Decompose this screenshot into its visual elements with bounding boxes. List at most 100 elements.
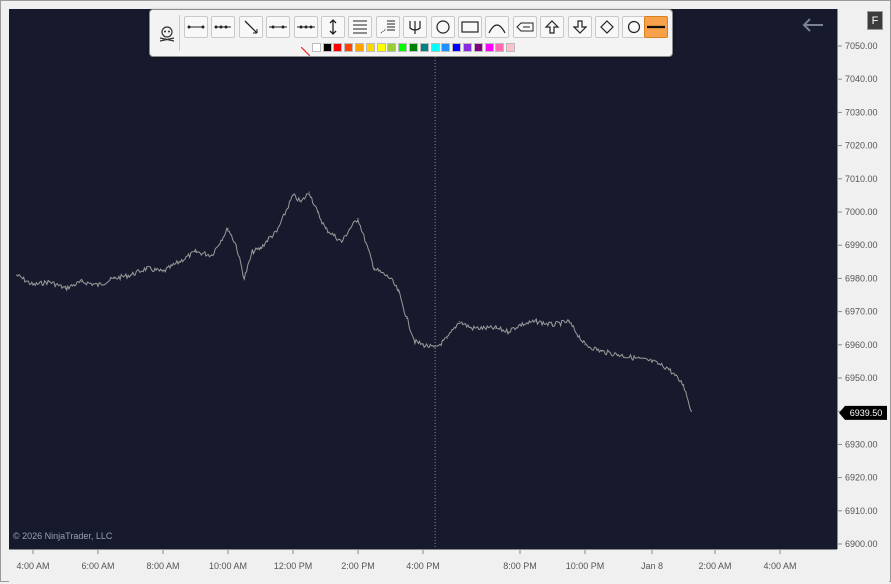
price-point xyxy=(634,357,636,359)
price-tick-label: 6950.00 xyxy=(845,373,878,383)
toolbar-settings-button[interactable] xyxy=(155,22,179,44)
arrow-down-tool-button[interactable] xyxy=(567,16,592,38)
price-point xyxy=(316,211,318,213)
price-point xyxy=(292,194,294,196)
time-axis-background xyxy=(9,549,889,584)
andrews-pitchfork-tool-button[interactable] xyxy=(403,16,428,38)
text-marker-icon xyxy=(516,22,534,32)
last-price-label: 6939.50 xyxy=(850,408,883,418)
price-chart[interactable]: 7050.00 7040.00 7030.00 7020.00 7010.00 7000.… xyxy=(9,9,889,584)
fibonacci-extension-tool-button[interactable] xyxy=(375,16,400,38)
price-point xyxy=(535,320,537,323)
price-point xyxy=(227,228,229,230)
price-point xyxy=(389,277,392,279)
price-point xyxy=(276,231,278,233)
price-point xyxy=(251,251,253,253)
color-swatch[interactable] xyxy=(344,43,354,52)
price-tick-label: 6970.00 xyxy=(845,307,878,317)
color-swatch[interactable] xyxy=(430,43,440,52)
price-point xyxy=(690,410,692,412)
price-tick-label: 6930.00 xyxy=(845,439,878,449)
price-point xyxy=(507,330,509,333)
color-swatch-none[interactable] xyxy=(300,43,311,57)
color-swatch[interactable] xyxy=(322,43,332,52)
time-tick-label: 2:00 AM xyxy=(698,561,731,571)
diamond-tool-button[interactable] xyxy=(595,16,619,38)
rectangle-tool-button[interactable] xyxy=(458,16,482,38)
price-point xyxy=(651,360,653,362)
dot-tool-button[interactable] xyxy=(622,16,647,38)
color-swatch[interactable] xyxy=(419,43,429,52)
price-tick-label: 7030.00 xyxy=(845,107,878,117)
time-tick-label: 4:00 AM xyxy=(763,561,796,571)
color-swatch[interactable] xyxy=(376,43,386,52)
ray-tool-button[interactable] xyxy=(211,16,236,38)
price-tick-label: 6920.00 xyxy=(845,473,878,483)
price-point xyxy=(398,291,400,293)
price-point xyxy=(194,251,197,253)
color-swatch[interactable] xyxy=(473,43,483,52)
price-point xyxy=(434,347,436,349)
price-tick-label: 6960.00 xyxy=(845,340,878,350)
price-tick-label: 6980.00 xyxy=(845,273,878,283)
arrow-up-icon xyxy=(544,20,560,34)
color-swatch[interactable] xyxy=(333,43,343,52)
f-button[interactable]: F xyxy=(867,11,883,30)
arrow-line-tool-button[interactable] xyxy=(238,16,263,38)
price-point xyxy=(129,274,132,276)
color-swatch[interactable] xyxy=(506,43,516,52)
color-swatch[interactable] xyxy=(452,43,462,52)
price-point xyxy=(601,350,603,353)
color-swatch[interactable] xyxy=(311,43,321,52)
price-point xyxy=(341,241,343,243)
color-swatch[interactable] xyxy=(495,43,505,52)
line-tool-button[interactable] xyxy=(184,16,208,38)
arrow-up-tool-button[interactable] xyxy=(540,16,565,38)
price-point xyxy=(81,281,83,283)
horizontal-line-tool-button[interactable] xyxy=(293,16,318,38)
price-point xyxy=(349,228,351,230)
rectangle-icon xyxy=(461,21,479,33)
price-point xyxy=(584,344,586,346)
text-marker-tool-button[interactable] xyxy=(512,16,537,38)
skull-crossbones-icon xyxy=(159,26,175,42)
price-point xyxy=(211,254,213,256)
line-style-tool-button[interactable] xyxy=(644,16,668,38)
chart-plot-area[interactable]: 7050.00 7040.00 7030.00 7020.00 7010.00 7000.… xyxy=(9,9,889,584)
price-point xyxy=(446,337,448,339)
color-swatch[interactable] xyxy=(398,43,408,52)
extended-line-tool-button[interactable] xyxy=(266,16,291,38)
color-swatch[interactable] xyxy=(355,43,364,52)
price-tick-label: 6900.00 xyxy=(845,539,878,549)
price-point xyxy=(97,284,99,286)
price-tick-label: 7040.00 xyxy=(845,74,878,84)
price-point xyxy=(146,267,148,270)
price-point xyxy=(568,320,570,323)
circle-icon xyxy=(628,20,641,34)
price-tick-label: 7020.00 xyxy=(845,141,878,151)
price-point xyxy=(268,237,270,240)
price-tick-label: 6990.00 xyxy=(845,240,878,250)
line-icon xyxy=(187,25,205,29)
color-swatch[interactable] xyxy=(387,43,397,52)
time-tick-label: 4:00 AM xyxy=(16,561,49,571)
fibonacci-tool-button[interactable] xyxy=(348,16,373,38)
time-tick-label: 4:00 PM xyxy=(406,561,440,571)
color-swatch[interactable] xyxy=(441,43,451,52)
fib-extension-icon xyxy=(380,20,395,34)
time-tick-label: 2:00 PM xyxy=(341,561,375,571)
price-point xyxy=(324,228,327,230)
color-swatch[interactable] xyxy=(484,43,494,52)
arc-tool-button[interactable] xyxy=(485,16,510,38)
price-point xyxy=(373,267,375,270)
ellipse-tool-button[interactable] xyxy=(430,16,455,38)
price-tick-label: 7050.00 xyxy=(845,41,878,51)
color-swatch[interactable] xyxy=(365,43,375,52)
back-arrow-icon[interactable] xyxy=(801,17,825,38)
vertical-line-tool-button[interactable] xyxy=(321,16,345,38)
color-swatch[interactable] xyxy=(409,43,418,52)
time-tick-label: 12:00 PM xyxy=(274,561,313,571)
pitchfork-icon xyxy=(409,21,421,34)
price-point xyxy=(113,277,115,279)
color-swatch[interactable] xyxy=(463,43,472,52)
